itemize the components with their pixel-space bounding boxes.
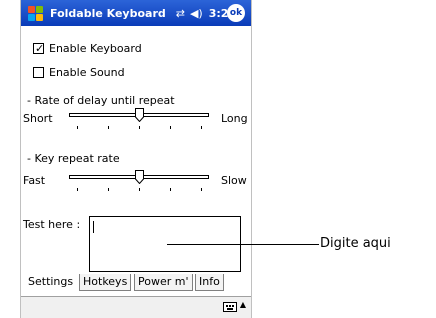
tab-hotkeys[interactable]: Hotkeys xyxy=(79,274,132,291)
ok-button[interactable]: ok xyxy=(227,4,245,22)
slider-thumb[interactable] xyxy=(134,170,144,184)
tab-power-management[interactable]: Power m' xyxy=(134,274,193,291)
text-caret xyxy=(93,221,94,233)
callout-label: Digite aqui xyxy=(320,236,391,251)
repeat-heading: - Key repeat rate xyxy=(27,152,120,165)
menu-bar: ▲ xyxy=(21,296,251,318)
repeat-min-label: Fast xyxy=(23,174,46,187)
enable-sound-checkbox[interactable]: Enable Sound xyxy=(33,66,125,79)
checkmark-icon: ✓ xyxy=(35,42,45,55)
enable-sound-label: Enable Sound xyxy=(49,66,125,79)
tab-bar: Settings Hotkeys Power m' Info xyxy=(21,274,251,294)
repeat-slider[interactable] xyxy=(69,170,209,192)
slider-tick xyxy=(77,126,78,129)
repeat-max-label: Slow xyxy=(221,174,247,187)
test-here-label: Test here : xyxy=(23,218,81,231)
keyboard-icon[interactable] xyxy=(223,302,237,312)
slider-tick xyxy=(170,188,171,191)
slider-tick xyxy=(170,126,171,129)
windows-start-icon[interactable] xyxy=(26,4,44,22)
title-bar: Foldable Keyboard ⇄ ◀) 3:21 ok xyxy=(21,0,251,26)
speaker-icon[interactable]: ◀) xyxy=(190,7,203,20)
callout-line xyxy=(167,244,319,245)
delay-max-label: Long xyxy=(221,112,248,125)
slider-tick xyxy=(201,126,202,129)
slider-thumb[interactable] xyxy=(134,108,144,122)
slider-tick xyxy=(139,126,140,129)
slider-tick xyxy=(108,126,109,129)
checkbox-box[interactable]: ✓ xyxy=(33,42,45,55)
slider-tick xyxy=(201,188,202,191)
slider-tick xyxy=(77,188,78,191)
delay-slider[interactable] xyxy=(69,108,209,130)
delay-min-label: Short xyxy=(23,112,53,125)
checkbox-box[interactable] xyxy=(33,67,44,78)
enable-keyboard-label: Enable Keyboard xyxy=(49,42,142,55)
slider-tick xyxy=(139,188,140,191)
delay-heading: - Rate of delay until repeat xyxy=(27,94,175,107)
slider-tick xyxy=(108,188,109,191)
enable-keyboard-checkbox[interactable]: ✓ Enable Keyboard xyxy=(33,42,142,55)
tab-info[interactable]: Info xyxy=(195,274,224,291)
device-screen: Foldable Keyboard ⇄ ◀) 3:21 ok ✓ Enable … xyxy=(20,0,252,318)
tab-settings[interactable]: Settings xyxy=(25,274,77,294)
input-arrow-icon[interactable]: ▲ xyxy=(240,300,246,309)
app-title: Foldable Keyboard xyxy=(50,6,166,20)
connectivity-icon[interactable]: ⇄ xyxy=(176,7,185,20)
